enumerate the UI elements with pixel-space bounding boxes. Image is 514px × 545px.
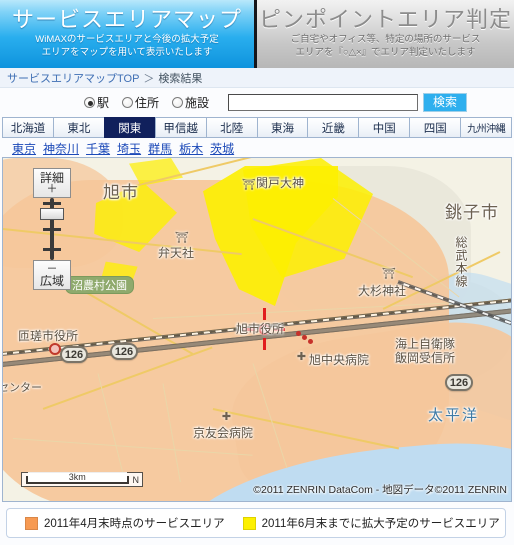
region-tab-kanto[interactable]: 関東 <box>103 117 155 138</box>
legend-text-current-area: 2011年4月末時点のサービスエリア <box>44 518 225 530</box>
torii-icon-sekido: ⛩ <box>242 179 256 191</box>
region-tab-hokkaido[interactable]: 北海道 <box>2 117 53 138</box>
zoom-in-label: 詳細 <box>39 170 64 185</box>
zoom-out-button[interactable]: － 広域 <box>33 260 71 290</box>
zoom-out-minus-icon: － <box>46 262 58 275</box>
tab-service-area-map-title: サービスエリアマップ <box>11 7 242 33</box>
search-bar: 駅 住所 施設 検索 <box>0 89 514 115</box>
hospital-icon-kyoyukai: ✚ <box>221 411 232 423</box>
prefecture-link-tokyo[interactable]: 東京 <box>12 140 36 157</box>
prefecture-links: 東京 神奈川 千葉 埼玉 群馬 栃木 茨城 <box>0 139 514 157</box>
search-type-address-label: 住所 <box>135 95 160 110</box>
region-tab-shikoku[interactable]: 四国 <box>409 117 461 138</box>
tab-pinpoint-area-check[interactable]: ピンポイントエリア判定 ご自宅やオフィス等、特定の場所のサービス エリアを『○△… <box>257 0 514 68</box>
zoom-slider-tick-bottom <box>43 248 61 251</box>
search-input[interactable] <box>228 93 419 111</box>
map-center-marker <box>243 308 285 350</box>
tab-service-area-map-sub2: エリアをマップを用いて表示いたします <box>41 47 213 59</box>
region-tab-tokai[interactable]: 東海 <box>256 117 308 138</box>
route-shield-126-west: 126 <box>110 343 138 360</box>
tab-service-area-map-sub1: WiMAXのサービスエリアと今後の拡大予定 <box>35 34 219 46</box>
legend-swatch-planned-area <box>242 516 256 530</box>
zoom-slider-handle[interactable] <box>40 208 64 220</box>
map-scale-bar: 3km N <box>21 471 143 487</box>
region-tab-chugoku[interactable]: 中国 <box>358 117 410 138</box>
route-shield-126-east: 126 <box>445 374 473 391</box>
zoom-slider-tick-top <box>43 202 61 205</box>
search-type-facility-label: 施設 <box>185 95 210 110</box>
search-button[interactable]: 検索 <box>423 92 468 112</box>
tab-pinpoint-area-check-title: ピンポイントエリア判定 <box>258 7 512 33</box>
map-dot-a <box>296 331 301 336</box>
map-copyright: ©2011 ZENRIN DataCom - 地図データ©2011 ZENRIN <box>253 484 507 496</box>
zoom-out-label: 広域 <box>39 273 64 288</box>
search-type-radio-group: 駅 住所 施設 <box>84 94 222 111</box>
tab-service-area-map-subtitle: WiMAXのサービスエリアと今後の拡大予定 エリアをマップを用いて表示いたします <box>35 34 218 60</box>
radio-facility-icon[interactable] <box>172 96 184 108</box>
map-label-park: 沼農村公園 <box>65 276 134 294</box>
torii-icon-bentensha: ⛩ <box>175 232 189 244</box>
page-root: サービスエリアマップ WiMAXのサービスエリアと今後の拡大予定 エリアをマップ… <box>0 0 514 545</box>
map-north-indicator: N <box>132 474 140 485</box>
zoom-slider[interactable] <box>33 198 71 260</box>
region-tab-tohoku[interactable]: 東北 <box>52 117 104 138</box>
radio-address-icon[interactable] <box>122 96 134 108</box>
breadcrumb-separator: ＞ <box>143 72 155 85</box>
legend-swatch-current-area <box>25 516 38 530</box>
zoom-slider-tick-mid <box>43 228 61 231</box>
region-tab-kyushu-okinawa[interactable]: 九州沖縄 <box>460 117 513 138</box>
breadcrumb-current: 検索結果 <box>158 72 203 85</box>
prefecture-link-gunma[interactable]: 群馬 <box>148 140 172 157</box>
tab-service-area-map[interactable]: サービスエリアマップ WiMAXのサービスエリアと今後の拡大予定 エリアをマップ… <box>0 0 257 68</box>
route-shield-126-northwest: 126 <box>60 346 88 363</box>
search-type-address[interactable]: 住所 <box>122 94 159 111</box>
map-dot-b <box>302 335 307 340</box>
breadcrumb: サービスエリアマップTOP ＞ 検索結果 <box>0 68 514 88</box>
prefecture-link-kanagawa[interactable]: 神奈川 <box>43 140 79 157</box>
search-type-station[interactable]: 駅 <box>84 94 109 111</box>
legend-item-planned-area: 2011年6月末までに拡大予定のサービスエリア <box>242 515 500 531</box>
map-viewport[interactable]: ⛩ ⛩ ⛩ ✚ ✚ 126 126 126 沼農村公園 旭市 銚子市 関戸大神 … <box>2 157 512 502</box>
tab-pinpoint-area-check-subtitle: ご自宅やオフィス等、特定の場所のサービス エリアを『○△×』でエリア判定いたしま… <box>291 34 481 60</box>
radio-station-icon[interactable] <box>84 96 95 108</box>
prefecture-link-ibaraki[interactable]: 茨城 <box>210 140 234 157</box>
tab-pinpoint-sub1: ご自宅やオフィス等、特定の場所のサービス <box>290 34 481 46</box>
map-scale-text: 3km <box>28 471 127 482</box>
region-tab-koshinetsu[interactable]: 甲信越 <box>154 117 206 138</box>
legend-text-planned-area: 2011年6月末までに拡大予定のサービスエリア <box>261 518 500 530</box>
map-canvas[interactable]: ⛩ ⛩ ⛩ ✚ ✚ 126 126 126 沼農村公園 旭市 銚子市 関戸大神 … <box>3 158 511 501</box>
map-zoom-control[interactable]: 詳細 ＋ － 広域 <box>33 168 71 290</box>
prefecture-link-saitama[interactable]: 埼玉 <box>117 140 141 157</box>
map-dot-c <box>308 339 313 344</box>
torii-icon-osugi: ⛩ <box>382 268 396 280</box>
search-type-facility[interactable]: 施設 <box>172 94 209 111</box>
breadcrumb-home-link[interactable]: サービスエリアマップTOP <box>7 70 139 86</box>
zoom-in-button[interactable]: 詳細 ＋ <box>33 168 71 198</box>
legend-item-current-area: 2011年4月末時点のサービスエリア <box>25 515 225 531</box>
prefecture-link-chiba[interactable]: 千葉 <box>86 140 110 157</box>
search-type-station-label: 駅 <box>97 95 110 110</box>
header-tabs: サービスエリアマップ WiMAXのサービスエリアと今後の拡大予定 エリアをマップ… <box>0 0 514 68</box>
zoom-in-plus-icon: ＋ <box>46 182 58 195</box>
hospital-icon-asahi-chuo: ✚ <box>296 351 307 363</box>
region-tabs: 北海道 東北 関東 甲信越 北陸 東海 近畿 中国 四国 九州沖縄 <box>2 117 513 138</box>
prefecture-link-tochigi[interactable]: 栃木 <box>179 140 203 157</box>
region-tab-hokuriku[interactable]: 北陸 <box>205 117 257 138</box>
region-tab-kinki[interactable]: 近畿 <box>307 117 359 138</box>
map-legend: 2011年4月末時点のサービスエリア 2011年6月末までに拡大予定のサービスエ… <box>6 508 506 538</box>
tab-pinpoint-sub2: エリアを『○△×』でエリア判定いたします <box>295 47 476 59</box>
map-scale-bar-line: 3km <box>26 471 129 484</box>
